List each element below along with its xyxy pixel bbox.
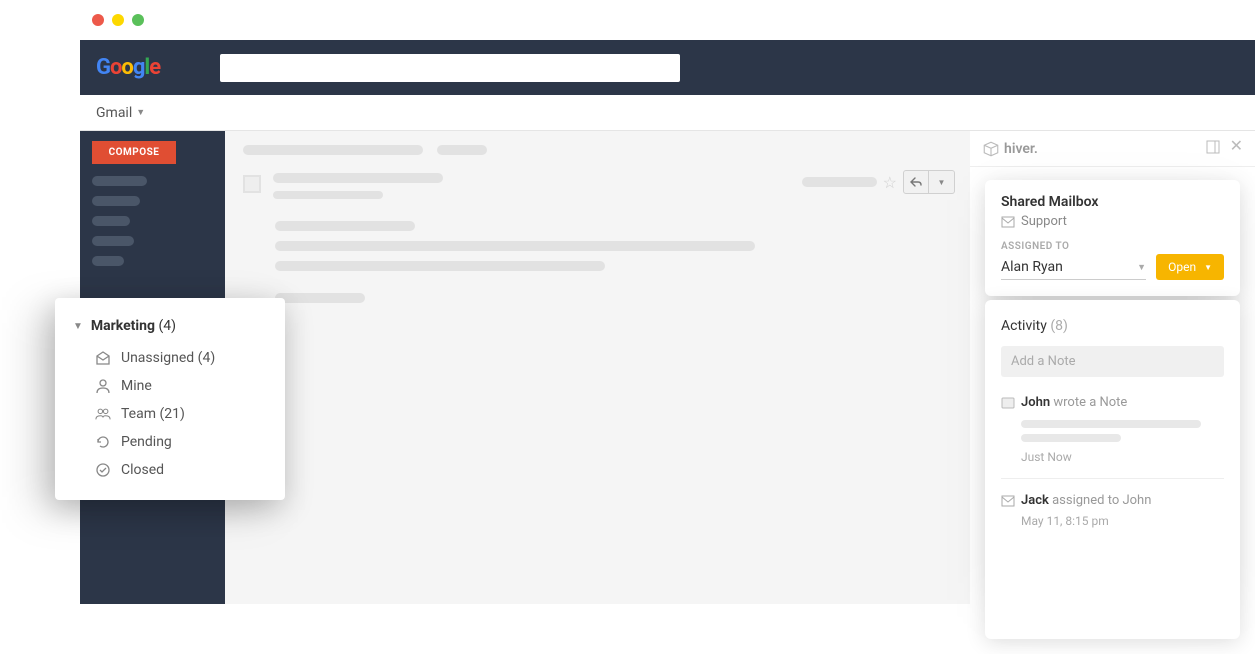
email-body-2: [243, 293, 952, 303]
hiver-header: hiver. ✕: [970, 131, 1255, 167]
status-open-button[interactable]: Open ▼: [1156, 254, 1224, 280]
mailbox-item-team[interactable]: Team (21): [55, 400, 285, 428]
activity-item: John wrote a Note Just Now: [1001, 395, 1224, 479]
search-input[interactable]: [220, 54, 680, 82]
user-icon: [95, 378, 111, 394]
star-icon[interactable]: ☆: [883, 173, 897, 192]
hiver-logo: hiver.: [982, 140, 1038, 158]
note-icon: [1001, 397, 1015, 409]
panel-subtitle: Support: [1001, 214, 1224, 229]
panel-toggle-icon[interactable]: [1206, 139, 1220, 158]
chevron-down-icon: ▼: [73, 321, 83, 332]
reply-more-button[interactable]: ▼: [929, 170, 955, 194]
header-bar: Google: [80, 40, 1255, 95]
mailbox-header[interactable]: ▼ Marketing (4): [55, 314, 285, 344]
refresh-icon: [95, 434, 111, 450]
users-icon: [95, 406, 111, 422]
close-icon[interactable]: ✕: [1230, 139, 1243, 158]
reply-icon: [910, 177, 922, 187]
reply-button[interactable]: [903, 170, 929, 194]
assignee-value: Alan Ryan: [1001, 259, 1063, 275]
mailbox-item-mine[interactable]: Mine: [55, 372, 285, 400]
subheader-bar: Gmail ▼: [80, 95, 1255, 131]
assigned-to-label: ASSIGNED TO: [1001, 241, 1224, 252]
google-logo: Google: [96, 55, 160, 80]
chevron-down-icon: ▼: [136, 107, 145, 118]
mail-icon: [1001, 216, 1015, 228]
hiver-mailbox-panel: Shared Mailbox Support ASSIGNED TO Alan …: [985, 180, 1240, 296]
window-minimize-button[interactable]: [112, 14, 124, 26]
gmail-label: Gmail: [96, 105, 132, 121]
gmail-dropdown[interactable]: Gmail ▼: [96, 105, 145, 121]
mailbox-item-unassigned[interactable]: Unassigned (4): [55, 344, 285, 372]
chevron-down-icon: ▼: [1137, 262, 1146, 273]
reply-controls: ☆ ▼: [802, 170, 955, 194]
activity-time: May 11, 8:15 pm: [1021, 514, 1224, 528]
mailbox-item-closed[interactable]: Closed: [55, 456, 285, 484]
mailbox-popup: ▼ Marketing (4) Unassigned (4) Mine Team…: [55, 298, 285, 500]
mail-icon: [1001, 495, 1015, 507]
sidebar-item-placeholder[interactable]: [92, 176, 147, 186]
sidebar-item-placeholder[interactable]: [92, 216, 130, 226]
email-view: [225, 131, 970, 604]
hiver-activity-panel: Activity (8) Add a Note John wrote a Not…: [985, 300, 1240, 639]
assignee-select[interactable]: Alan Ryan ▼: [1001, 259, 1146, 280]
email-subject-row: [243, 145, 952, 155]
activity-title: Activity (8): [1001, 318, 1224, 334]
activity-time: Just Now: [1021, 450, 1224, 464]
browser-chrome: [80, 0, 1255, 40]
chevron-down-icon: ▼: [938, 178, 946, 187]
sidebar-item-placeholder[interactable]: [92, 196, 140, 206]
hiver-logo-icon: [982, 140, 1000, 158]
check-circle-icon: [95, 462, 111, 478]
sender-avatar-placeholder: [243, 175, 261, 193]
reply-meta-placeholder: [802, 177, 877, 187]
add-note-input[interactable]: Add a Note: [1001, 346, 1224, 377]
compose-button[interactable]: COMPOSE: [92, 141, 176, 164]
chevron-down-icon: ▼: [1204, 263, 1212, 272]
mailbox-item-pending[interactable]: Pending: [55, 428, 285, 456]
email-body: [243, 221, 952, 271]
activity-item: Jack assigned to John May 11, 8:15 pm: [1001, 493, 1224, 542]
window-maximize-button[interactable]: [132, 14, 144, 26]
panel-title: Shared Mailbox: [1001, 194, 1224, 210]
sidebar-item-placeholder[interactable]: [92, 236, 134, 246]
mail-open-icon: [95, 350, 111, 366]
window-close-button[interactable]: [92, 14, 104, 26]
sidebar-item-placeholder[interactable]: [92, 256, 124, 266]
